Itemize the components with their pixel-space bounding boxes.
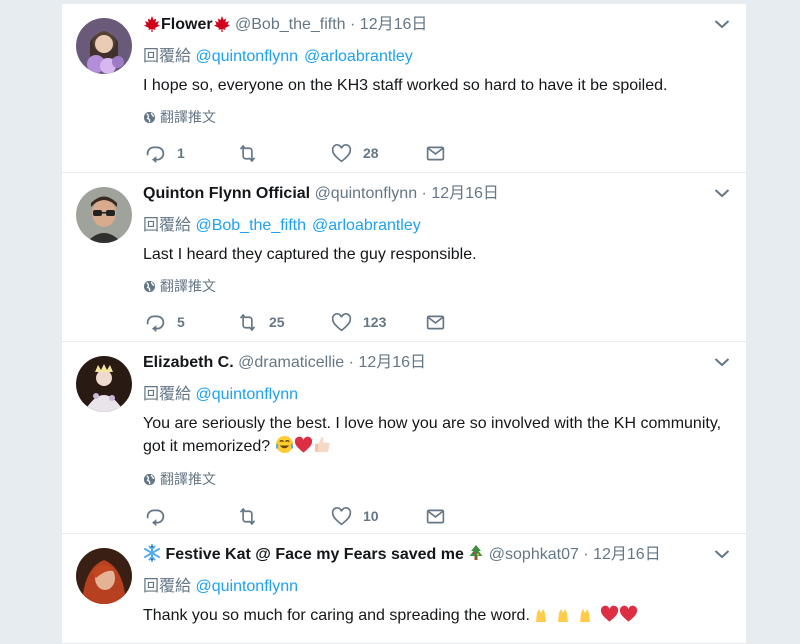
- handle[interactable]: @dramaticellie: [238, 354, 344, 371]
- reply-context: 回覆給 @quintonflynn: [143, 386, 298, 403]
- retweet-button[interactable]: [237, 141, 269, 165]
- tweet-text: I hope so, everyone on the KH3 staff wor…: [143, 77, 668, 94]
- retweet-button[interactable]: [237, 504, 269, 528]
- tweet-header: Elizabeth C. @dramaticellie · 12月16日: [143, 354, 427, 371]
- chevron-down-icon[interactable]: [714, 187, 730, 199]
- handle[interactable]: @quintonflynn: [315, 185, 418, 202]
- timestamp[interactable]: 12月16日: [358, 354, 426, 371]
- globe-icon: [143, 280, 156, 293]
- globe-icon: [143, 473, 156, 486]
- reply-context: 回覆給 @quintonflynn @arloabrantley: [143, 48, 413, 65]
- retweet-icon: [239, 313, 256, 331]
- tweet-text: Thank you so much for caring and spreadi…: [143, 604, 730, 630]
- tweet-text: Last I heard they captured the guy respo…: [143, 246, 477, 263]
- display-name[interactable]: Flower: [161, 16, 213, 33]
- heart-icon: [331, 506, 352, 525]
- tweet-text: You are seriously the best. I love how y…: [143, 412, 730, 461]
- tweet-thread: Flower @Bob_the_fifth · 12月16日 回覆給 @quin…: [62, 4, 746, 644]
- avatar[interactable]: [76, 548, 132, 604]
- reply-icon: [146, 146, 165, 163]
- translate-link[interactable]: 翻譯推文: [143, 277, 216, 295]
- direct-message-button[interactable]: [425, 504, 457, 528]
- handle[interactable]: @sophkat07: [489, 546, 579, 563]
- mention-link[interactable]: @arloabrantley: [312, 217, 421, 234]
- display-name[interactable]: Elizabeth C.: [143, 354, 234, 371]
- heart-icon: [331, 143, 352, 162]
- display-name[interactable]: Quinton Flynn Official: [143, 185, 310, 202]
- handle[interactable]: @Bob_the_fifth: [235, 16, 346, 33]
- tweet-header: Quinton Flynn Official @quintonflynn · 1…: [143, 185, 499, 202]
- avatar[interactable]: [76, 356, 132, 412]
- tweet-actions: 10: [143, 504, 563, 528]
- tweet[interactable]: Flower @Bob_the_fifth · 12月16日 回覆給 @quin…: [62, 4, 746, 173]
- heart-icon: [331, 312, 352, 331]
- direct-message-button[interactable]: [425, 310, 457, 334]
- maple-leaf-icon: [213, 16, 231, 39]
- timestamp[interactable]: 12月16日: [431, 185, 499, 202]
- reply-context: 回覆給 @Bob_the_fifth @arloabrantley: [143, 217, 421, 234]
- translate-link[interactable]: 翻譯推文: [143, 108, 216, 126]
- reply-icon: [146, 315, 165, 332]
- timestamp[interactable]: 12月16日: [360, 16, 428, 33]
- like-button[interactable]: 10: [331, 504, 379, 528]
- tweet-header: Festive Kat @ Face my Fears saved me @so…: [143, 544, 730, 566]
- avatar[interactable]: [76, 18, 132, 74]
- maple-leaf-icon: [143, 16, 161, 39]
- direct-message-button[interactable]: [425, 141, 457, 165]
- snowflake-icon: [143, 544, 161, 569]
- tweet[interactable]: Elizabeth C. @dramaticellie · 12月16日 回覆給…: [62, 342, 746, 534]
- like-button[interactable]: 123: [331, 310, 386, 334]
- reply-icon: [146, 509, 165, 526]
- retweet-icon: [239, 144, 256, 162]
- mention-link[interactable]: @quintonflynn: [195, 578, 298, 595]
- red-heart-emoji: [294, 436, 313, 461]
- mention-link[interactable]: @arloabrantley: [304, 48, 413, 65]
- reply-button[interactable]: [145, 504, 177, 528]
- raised-hands-emoji: [534, 605, 600, 630]
- envelope-icon: [426, 315, 445, 329]
- envelope-icon: [426, 509, 445, 523]
- mention-link[interactable]: @quintonflynn: [195, 48, 298, 65]
- tweet[interactable]: Quinton Flynn Official @quintonflynn · 1…: [62, 173, 746, 342]
- retweet-icon: [239, 507, 256, 525]
- reply-context: 回覆給 @quintonflynn: [143, 578, 298, 595]
- chevron-down-icon[interactable]: [714, 548, 730, 560]
- chevron-down-icon[interactable]: [714, 18, 730, 30]
- thumbs-up-emoji: [313, 435, 332, 461]
- red-heart-emoji: [600, 605, 619, 630]
- avatar[interactable]: [76, 187, 132, 243]
- tweet-actions: 5 25 123: [143, 310, 563, 334]
- envelope-icon: [426, 146, 445, 160]
- tears-of-joy-emoji: [275, 435, 294, 461]
- translate-link[interactable]: 翻譯推文: [143, 470, 216, 488]
- mention-link[interactable]: @Bob_the_fifth: [195, 217, 306, 234]
- tweet[interactable]: Festive Kat @ Face my Fears saved me @so…: [62, 534, 746, 644]
- red-heart-emoji: [619, 605, 638, 630]
- retweet-button[interactable]: 25: [237, 310, 285, 334]
- tweet-header: Flower @Bob_the_fifth · 12月16日: [143, 14, 730, 36]
- chevron-down-icon[interactable]: [714, 356, 730, 368]
- christmas-tree-icon: [468, 544, 484, 569]
- globe-icon: [143, 111, 156, 124]
- mention-link[interactable]: @quintonflynn: [195, 386, 298, 403]
- display-name[interactable]: Festive Kat @ Face my Fears saved me: [165, 546, 463, 563]
- reply-button[interactable]: 5: [145, 310, 185, 334]
- reply-button[interactable]: 1: [145, 141, 185, 165]
- timestamp[interactable]: 12月16日: [593, 546, 661, 563]
- like-button[interactable]: 28: [331, 141, 379, 165]
- tweet-actions: 1 28: [143, 141, 563, 165]
